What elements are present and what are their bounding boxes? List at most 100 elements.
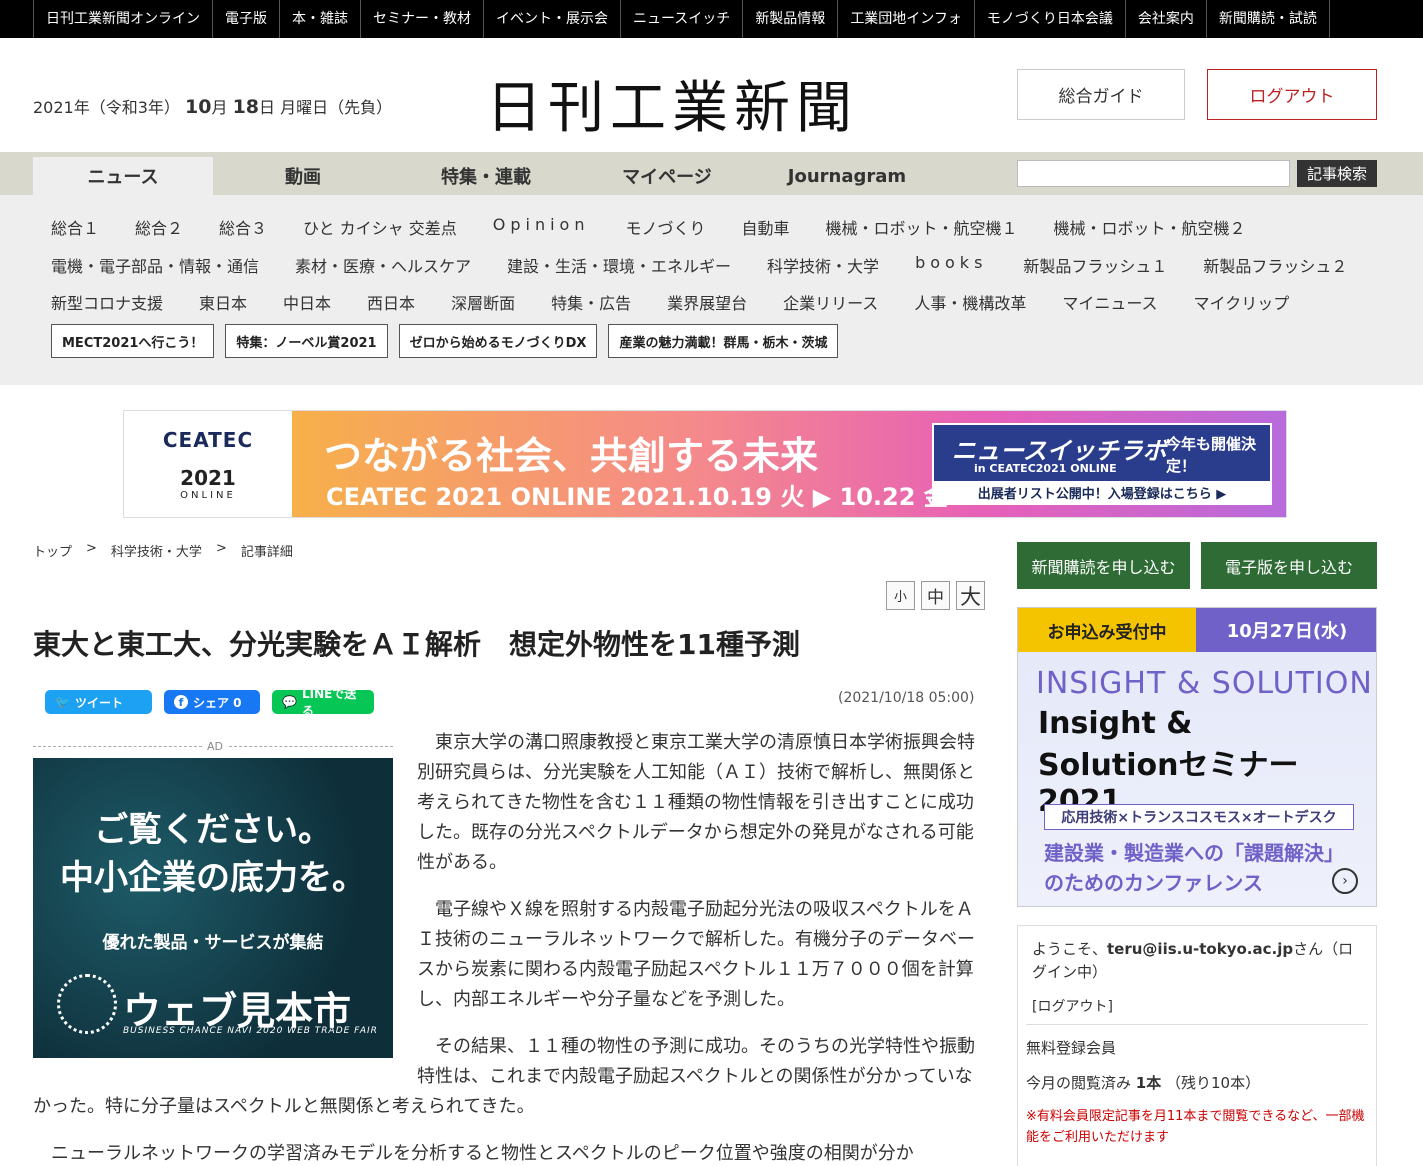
breadcrumb-category[interactable]: 科学技術・大学 (111, 541, 202, 560)
subscribe-newspaper-button[interactable]: 新聞購読を申し込む (1017, 542, 1190, 589)
seminar-ad[interactable]: お申込み受付中 10月27日(水) INSIGHT & SOLUTION Ins… (1017, 607, 1377, 907)
category-link[interactable]: 中日本 (283, 290, 331, 314)
divider (1026, 1024, 1368, 1025)
network-logo-icon (57, 974, 117, 1034)
banner-cta[interactable]: 出展者リスト公開中！入場登録はこちら ▶ (934, 481, 1270, 503)
category-link[interactable]: ひと カイシャ 交差点 (303, 215, 457, 239)
topnav-link-events[interactable]: イベント・展示会 (484, 0, 621, 38)
category-link[interactable]: 企業リリース (783, 290, 878, 314)
topnav-link-books[interactable]: 本・雑誌 (280, 0, 361, 38)
membership-status: 無料登録会員 (1026, 1039, 1117, 1057)
category-link[interactable]: モノづくり (625, 215, 705, 239)
category-link[interactable]: 建設・生活・環境・エネルギー (507, 253, 731, 277)
category-link[interactable]: 人事・機構改革 (914, 290, 1026, 314)
user-info-panel: ようこそ、teru@iis.u-tokyo.ac.jpさん（ログイン中） [ログ… (1017, 925, 1377, 1166)
font-size-large-button[interactable]: 大 (956, 581, 985, 610)
topnav-link-company[interactable]: 会社案内 (1126, 0, 1207, 38)
banner-main: つながる社会、共創する未来 CEATEC 2021 ONLINE 2021.10… (292, 411, 1286, 517)
topnav-link-monozukuri[interactable]: モノづくり日本会議 (975, 0, 1126, 38)
font-size-medium-button[interactable]: 中 (921, 581, 950, 610)
line-share-button[interactable]: 💬 LINEで送る (272, 687, 374, 718)
newswitch-lab-box: ニュースイッチラボ in CEATEC2021 ONLINE 今年も開催決定！ … (932, 423, 1272, 505)
subscribe-digital-button[interactable]: 電子版を申し込む (1201, 542, 1377, 589)
welcome-message: ようこそ、teru@iis.u-tokyo.ac.jpさん（ログイン中） (1032, 940, 1354, 981)
topnav-link-seminar[interactable]: セミナー・教材 (361, 0, 484, 38)
banner-dates: CEATEC 2021 ONLINE 2021.10.19 火 ▶ 10.22 … (326, 483, 948, 511)
topnav-link-online[interactable]: 日刊工業新聞オンライン (33, 0, 213, 38)
category-link[interactable]: 総合１ (51, 215, 99, 239)
category-link[interactable]: 自動車 (741, 215, 789, 239)
tab-features[interactable]: 特集・連載 (396, 157, 576, 195)
category-row: 総合１ 総合２ 総合３ ひと カイシャ 交差点 Opinion モノづくり 自動… (51, 215, 1282, 239)
feature-chip-dx[interactable]: ゼロから始めるモノづくりDX (398, 324, 598, 358)
line-icon: 💬 (282, 695, 297, 709)
topnav-link-digital[interactable]: 電子版 (213, 0, 280, 38)
ceatec-logo: CEATEC 2021 ONLINE (124, 411, 292, 517)
current-date: 2021年（令和3年） 10月 18日 月曜日（先負） (33, 96, 393, 118)
search-button[interactable]: 記事検索 (1297, 160, 1377, 187)
category-link[interactable]: 新型コロナ支援 (51, 290, 163, 314)
feature-chip-regional[interactable]: 産業の魅力満載！群馬・栃木・茨城 (608, 324, 839, 358)
banner-headline: つながる社会、共創する未来 (324, 434, 819, 478)
breadcrumb-separator: > (86, 541, 97, 556)
twitter-icon: 🐦 (55, 695, 70, 709)
category-link[interactable]: 総合３ (219, 215, 267, 239)
site-logo[interactable]: 日刊工業新聞 (486, 63, 858, 144)
category-link[interactable]: 科学技術・大学 (767, 253, 879, 277)
breadcrumb-top[interactable]: トップ (33, 541, 72, 560)
ceatec-banner[interactable]: CEATEC 2021 ONLINE つながる社会、共創する未来 CEATEC … (123, 410, 1287, 518)
facebook-share-button[interactable]: f シェア 0 (164, 690, 260, 714)
feature-chips: MECT2021へ行こう！ 特集：ノーベル賞2021 ゼロから始めるモノづくりD… (51, 324, 849, 358)
category-link[interactable]: 電機・電子部品・情報・通信 (51, 253, 259, 277)
feature-chip-nobel[interactable]: 特集：ノーベル賞2021 (225, 324, 388, 358)
topnav-link-newswitch[interactable]: ニュースイッチ (621, 0, 744, 38)
breadcrumb: トップ > 科学技術・大学 > 記事詳細 (33, 541, 293, 560)
category-link[interactable]: 東日本 (199, 290, 247, 314)
category-row: 電機・電子部品・情報・通信 素材・医療・ヘルスケア 建設・生活・環境・エネルギー… (51, 253, 1383, 277)
category-link[interactable]: マイクリップ (1194, 290, 1290, 314)
topnav-link-subscription[interactable]: 新聞購読・試読 (1207, 0, 1330, 38)
category-link[interactable]: 総合２ (135, 215, 183, 239)
category-link[interactable]: 機械・ロボット・航空機２ (1054, 215, 1246, 239)
article-paragraph: ニューラルネットワークの学習済みモデルを分析すると物性とスペクトルのピーク位置や… (51, 1143, 914, 1164)
category-link[interactable]: 西日本 (367, 290, 415, 314)
tab-mypage[interactable]: マイページ (577, 157, 757, 195)
category-link[interactable]: 素材・医療・ヘルスケア (295, 253, 471, 277)
search-input[interactable] (1017, 160, 1290, 187)
facebook-icon: f (174, 695, 188, 709)
category-link[interactable]: 業界展望台 (667, 290, 747, 314)
category-link[interactable]: 深層断面 (451, 290, 515, 314)
guide-button[interactable]: 総合ガイド (1017, 69, 1185, 120)
category-link[interactable]: 新製品フラッシュ１ (1023, 253, 1167, 277)
category-link[interactable]: マイニュース (1062, 290, 1157, 314)
membership-note: ※有料会員限定記事を月11本まで閲覧できるなど、一部機能をご利用いただけます (1026, 1109, 1365, 1145)
user-email: teru@iis.u-tokyo.ac.jp (1107, 940, 1294, 958)
article-headline: 東大と東工大、分光実験をＡＩ解析 想定外物性を11種予測 (33, 628, 800, 661)
tweet-button[interactable]: 🐦 ツイート (45, 690, 152, 714)
category-link[interactable]: books (915, 253, 987, 277)
publish-date: (2021/10/18 05:00) (838, 690, 975, 706)
category-link[interactable]: 新製品フラッシュ２ (1203, 253, 1347, 277)
breadcrumb-current: 記事詳細 (240, 545, 293, 560)
logout-button[interactable]: ログアウト (1207, 69, 1377, 120)
user-logout-link[interactable]: [ログアウト] (1032, 996, 1113, 1016)
category-link[interactable]: Opinion (493, 215, 590, 239)
top-navigation: 日刊工業新聞オンライン 電子版 本・雑誌 セミナー・教材 イベント・展示会 ニュ… (0, 0, 1423, 38)
tab-journagram[interactable]: Journagram (757, 157, 937, 195)
site-header: 2021年（令和3年） 10月 18日 月曜日（先負） 日刊工業新聞 総合ガイド… (0, 38, 1423, 152)
topnav-link-new-products[interactable]: 新製品情報 (743, 0, 839, 38)
web-trade-fair-ad[interactable]: ご覧ください。 中小企業の底力を。 優れた製品・サービスが集結 ウェブ見本市 B… (33, 758, 393, 1058)
topnav-link-industrial-parks[interactable]: 工業団地インフォ (838, 0, 975, 38)
category-link[interactable]: 機械・ロボット・航空機１ (826, 215, 1018, 239)
ad-label: AD (33, 740, 393, 753)
category-navigation: 総合１ 総合２ 総合３ ひと カイシャ 交差点 Opinion モノづくり 自動… (0, 195, 1423, 385)
main-tabs: ニュース 動画 特集・連載 マイページ Journagram 記事検索 (0, 152, 1423, 195)
tab-video[interactable]: 動画 (213, 157, 393, 195)
breadcrumb-separator: > (215, 541, 227, 556)
tab-news[interactable]: ニュース (33, 157, 213, 195)
feature-chip-mect[interactable]: MECT2021へ行こう！ (51, 324, 215, 358)
font-size-small-button[interactable]: 小 (886, 581, 915, 610)
chevron-right-icon[interactable]: › (1332, 868, 1358, 894)
category-row: 新型コロナ支援 東日本 中日本 西日本 深層断面 特集・広告 業界展望台 企業リ… (51, 290, 1325, 314)
category-link[interactable]: 特集・広告 (551, 290, 631, 314)
